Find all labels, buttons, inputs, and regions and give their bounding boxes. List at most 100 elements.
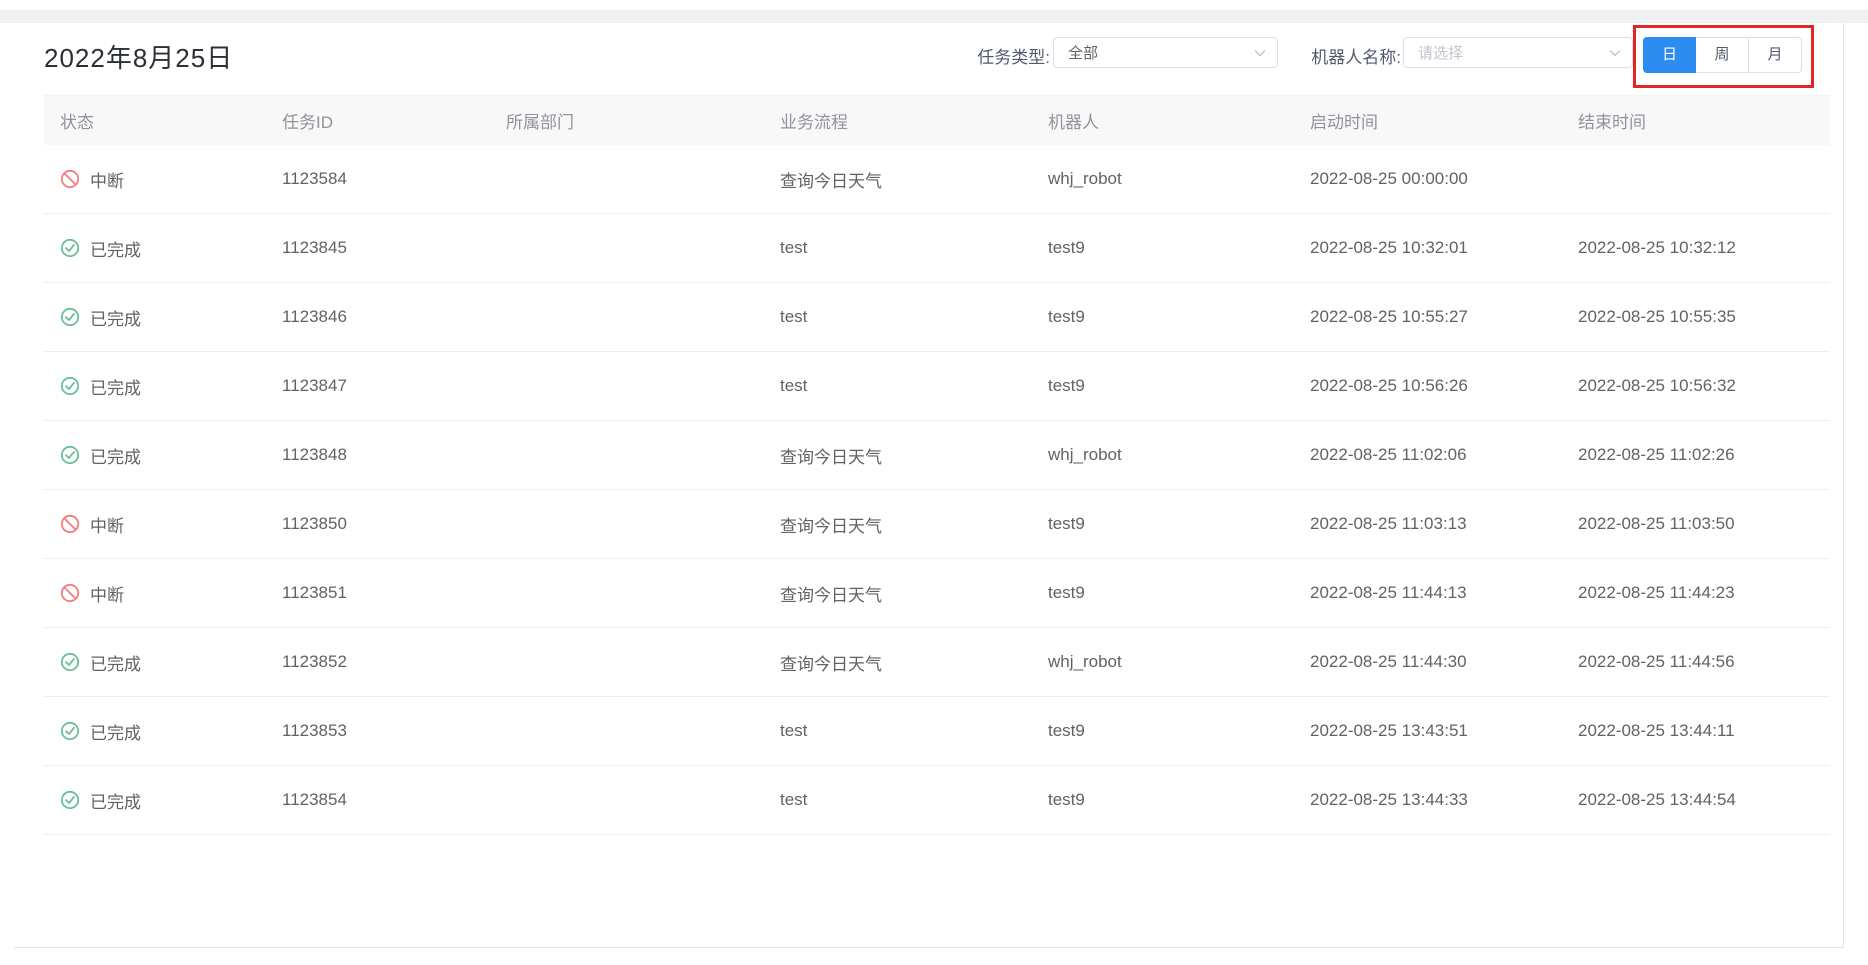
department-cell (490, 352, 764, 420)
department-cell (490, 421, 764, 489)
completed-icon (60, 721, 80, 741)
process-cell: test (764, 766, 1032, 834)
table-row[interactable]: 已完成 1123845 test test9 2022-08-25 10:32:… (44, 214, 1830, 283)
status-label: 中断 (90, 167, 124, 192)
table-body: 中断 1123584 查询今日天气 whj_robot 2022-08-25 0… (44, 145, 1830, 835)
period-toggle-group: 日 周 月 (1643, 37, 1802, 73)
robot-name-select[interactable]: 请选择 (1403, 37, 1633, 68)
task-id-cell: 1123845 (266, 214, 490, 282)
completed-icon (60, 376, 80, 396)
process-cell: test (764, 697, 1032, 765)
chevron-down-icon (1253, 46, 1267, 60)
status-label: 已完成 (90, 374, 141, 399)
end-time-cell (1562, 145, 1830, 213)
table-row[interactable]: 中断 1123850 查询今日天气 test9 2022-08-25 11:03… (44, 490, 1830, 559)
task-id-cell: 1123848 (266, 421, 490, 489)
interrupted-icon (60, 514, 80, 534)
robot-cell: whj_robot (1032, 421, 1294, 489)
start-time-cell: 2022-08-25 11:03:13 (1294, 490, 1562, 558)
status-cell: 已完成 (44, 352, 266, 420)
end-time-cell: 2022-08-25 10:55:35 (1562, 283, 1830, 351)
start-time-cell: 2022-08-25 11:02:06 (1294, 421, 1562, 489)
robot-cell: test9 (1032, 214, 1294, 282)
col-header-end-time: 结束时间 (1562, 96, 1830, 145)
chevron-down-icon (1608, 46, 1622, 60)
task-type-select[interactable]: 全部 (1053, 37, 1278, 68)
table-row[interactable]: 已完成 1123853 test test9 2022-08-25 13:43:… (44, 697, 1830, 766)
start-time-cell: 2022-08-25 10:32:01 (1294, 214, 1562, 282)
task-id-cell: 1123851 (266, 559, 490, 627)
process-cell: 查询今日天气 (764, 490, 1032, 558)
col-header-process: 业务流程 (764, 96, 1032, 145)
table-row[interactable]: 已完成 1123846 test test9 2022-08-25 10:55:… (44, 283, 1830, 352)
toggle-day-button[interactable]: 日 (1643, 37, 1696, 73)
status-label: 已完成 (90, 719, 141, 744)
task-table: 状态 任务ID 所属部门 业务流程 机器人 启动时间 结束时间 中断 11235 (44, 95, 1830, 835)
interrupted-icon (60, 583, 80, 603)
task-id-cell: 1123853 (266, 697, 490, 765)
task-id-cell: 1123850 (266, 490, 490, 558)
end-time-cell: 2022-08-25 11:02:26 (1562, 421, 1830, 489)
col-header-department: 所属部门 (490, 96, 764, 145)
task-id-cell: 1123584 (266, 145, 490, 213)
col-header-status: 状态 (44, 96, 266, 145)
department-cell (490, 697, 764, 765)
completed-icon (60, 307, 80, 327)
robot-name-placeholder: 请选择 (1418, 42, 1608, 63)
status-icon (60, 169, 80, 189)
toggle-month-button[interactable]: 月 (1749, 37, 1802, 73)
status-label: 已完成 (90, 650, 141, 675)
interrupted-icon (60, 169, 80, 189)
completed-icon (60, 445, 80, 465)
table-row[interactable]: 已完成 1123852 查询今日天气 whj_robot 2022-08-25 … (44, 628, 1830, 697)
col-header-start-time: 启动时间 (1294, 96, 1562, 145)
table-row[interactable]: 中断 1123584 查询今日天气 whj_robot 2022-08-25 0… (44, 145, 1830, 214)
page-top-band (0, 10, 1868, 23)
status-icon (60, 583, 80, 603)
department-cell (490, 283, 764, 351)
completed-icon (60, 790, 80, 810)
start-time-cell: 2022-08-25 10:56:26 (1294, 352, 1562, 420)
content-card: 2022年8月25日 任务类型: 全部 机器人名称: 请选择 日 周 月 状态 … (14, 23, 1844, 948)
process-cell: 查询今日天气 (764, 628, 1032, 696)
task-id-cell: 1123854 (266, 766, 490, 834)
table-row[interactable]: 已完成 1123848 查询今日天气 whj_robot 2022-08-25 … (44, 421, 1830, 490)
table-row[interactable]: 中断 1123851 查询今日天气 test9 2022-08-25 11:44… (44, 559, 1830, 628)
process-cell: test (764, 214, 1032, 282)
robot-cell: whj_robot (1032, 628, 1294, 696)
end-time-cell: 2022-08-25 10:32:12 (1562, 214, 1830, 282)
process-cell: test (764, 352, 1032, 420)
status-label: 已完成 (90, 305, 141, 330)
col-header-task-id: 任务ID (266, 96, 490, 145)
end-time-cell: 2022-08-25 13:44:54 (1562, 766, 1830, 834)
process-cell: 查询今日天气 (764, 421, 1032, 489)
status-cell: 已完成 (44, 766, 266, 834)
robot-cell: test9 (1032, 490, 1294, 558)
status-icon (60, 445, 80, 465)
robot-cell: test9 (1032, 559, 1294, 627)
end-time-cell: 2022-08-25 13:44:11 (1562, 697, 1830, 765)
end-time-cell: 2022-08-25 10:56:32 (1562, 352, 1830, 420)
task-id-cell: 1123847 (266, 352, 490, 420)
end-time-cell: 2022-08-25 11:03:50 (1562, 490, 1830, 558)
table-row[interactable]: 已完成 1123847 test test9 2022-08-25 10:56:… (44, 352, 1830, 421)
status-cell: 已完成 (44, 283, 266, 351)
status-cell: 中断 (44, 145, 266, 213)
start-time-cell: 2022-08-25 00:00:00 (1294, 145, 1562, 213)
department-cell (490, 559, 764, 627)
process-cell: test (764, 283, 1032, 351)
col-header-robot: 机器人 (1032, 96, 1294, 145)
robot-name-label: 机器人名称: (1297, 43, 1401, 68)
toggle-week-button[interactable]: 周 (1696, 37, 1749, 73)
status-cell: 已完成 (44, 697, 266, 765)
status-icon (60, 514, 80, 534)
completed-icon (60, 238, 80, 258)
status-icon (60, 238, 80, 258)
page-title: 2022年8月25日 (44, 38, 233, 75)
status-label: 已完成 (90, 788, 141, 813)
department-cell (490, 214, 764, 282)
start-time-cell: 2022-08-25 13:44:33 (1294, 766, 1562, 834)
start-time-cell: 2022-08-25 10:55:27 (1294, 283, 1562, 351)
start-time-cell: 2022-08-25 13:43:51 (1294, 697, 1562, 765)
table-row[interactable]: 已完成 1123854 test test9 2022-08-25 13:44:… (44, 766, 1830, 835)
